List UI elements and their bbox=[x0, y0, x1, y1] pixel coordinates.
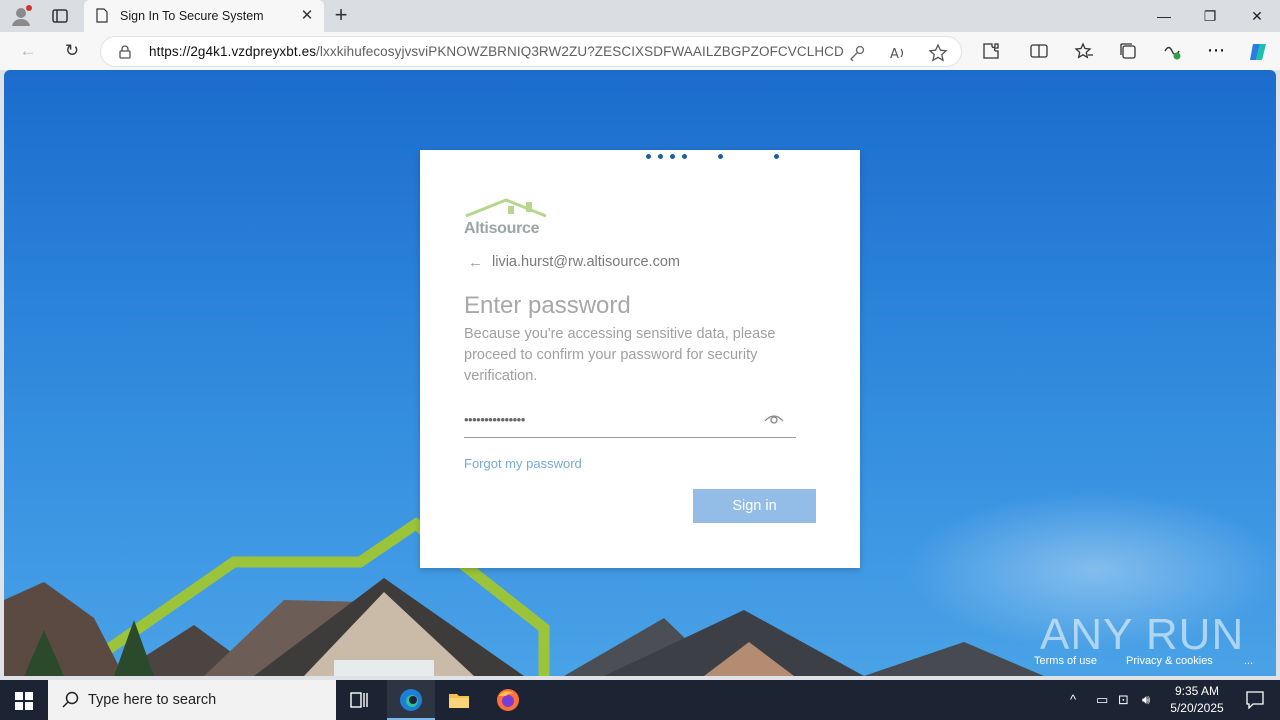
more-menu-icon[interactable]: ⋯ bbox=[1206, 41, 1226, 61]
page-viewport: Altisource ← livia.hurst@rw.altisource.c… bbox=[4, 70, 1276, 676]
favorites-icon[interactable] bbox=[1074, 41, 1094, 61]
profile-icon[interactable] bbox=[10, 5, 32, 27]
page-title: Enter password bbox=[464, 292, 631, 319]
search-placeholder: Type here to search bbox=[88, 692, 217, 708]
svg-text:A: A bbox=[890, 47, 899, 62]
volume-icon[interactable]: 🔊︎ bbox=[1142, 692, 1150, 708]
collections-icon[interactable] bbox=[1118, 41, 1138, 61]
show-password-eye-icon[interactable] bbox=[764, 412, 784, 431]
show-hidden-icons-chevron-icon[interactable]: ^ bbox=[1070, 692, 1076, 707]
password-value: ••••••••••••••• bbox=[464, 412, 525, 427]
back-arrow-icon[interactable]: ← bbox=[468, 254, 483, 271]
split-screen-icon[interactable] bbox=[1029, 41, 1049, 61]
windows-logo-icon bbox=[15, 692, 33, 710]
browser-tab-bar: Sign In To Secure System ✕ + — ❐ ✕ bbox=[0, 0, 1280, 32]
taskbar-search-box[interactable]: Type here to search bbox=[48, 680, 336, 720]
brand-name: Altisource bbox=[464, 220, 540, 237]
progress-dot bbox=[646, 154, 651, 159]
address-toolbar: ← ↻ https://2g4k1.vzdpreyxbt.es/lxxkihuf… bbox=[0, 32, 1280, 70]
favorite-star-icon[interactable] bbox=[928, 43, 948, 63]
tab-title: Sign In To Secure System bbox=[120, 9, 264, 23]
search-icon bbox=[62, 691, 80, 714]
clock-time: 9:35 AM bbox=[1174, 684, 1220, 698]
login-card: Altisource ← livia.hurst@rw.altisource.c… bbox=[420, 150, 860, 568]
refresh-icon[interactable]: ↻ bbox=[61, 40, 83, 62]
progress-dot bbox=[682, 154, 687, 159]
more-footer-link[interactable]: ... bbox=[1244, 655, 1253, 667]
back-icon[interactable]: ← bbox=[17, 40, 39, 62]
copilot-icon[interactable] bbox=[1247, 41, 1267, 61]
progress-dot bbox=[718, 154, 723, 159]
close-window-icon[interactable]: ✕ bbox=[1234, 0, 1280, 32]
password-field[interactable]: ••••••••••••••• bbox=[464, 408, 796, 438]
password-key-icon[interactable] bbox=[847, 43, 867, 63]
progress-dot bbox=[670, 154, 675, 159]
url-text: https://2g4k1.vzdpreyxbt.es/lxxkihufecos… bbox=[149, 44, 844, 59]
clock-date: 5/20/2025 bbox=[1170, 701, 1224, 715]
lock-icon[interactable] bbox=[119, 45, 131, 64]
url-path: /lxxkihufecosyjvsviPKNOWZBRNIQ3RW2ZU?ZES… bbox=[316, 44, 844, 59]
extensions-icon[interactable] bbox=[981, 41, 1001, 61]
tab-actions-icon[interactable] bbox=[50, 6, 70, 26]
system-clock[interactable]: 9:35 AM 5/20/2025 bbox=[1160, 683, 1234, 717]
firefox-icon[interactable] bbox=[484, 680, 532, 720]
windows-taskbar: Type here to search ^ ▭ ⊡ 🔊︎ 9:35 AM 5/2… bbox=[0, 680, 1280, 720]
terms-link[interactable]: Terms of use bbox=[1034, 655, 1097, 667]
task-view-icon[interactable] bbox=[336, 680, 384, 720]
close-tab-icon[interactable]: ✕ bbox=[298, 7, 316, 25]
device-icon[interactable]: ▭ bbox=[1096, 692, 1108, 708]
network-icon[interactable]: ⊡ bbox=[1118, 692, 1129, 708]
sign-in-button[interactable]: Sign in bbox=[693, 489, 816, 523]
progress-dot bbox=[774, 154, 779, 159]
document-icon bbox=[96, 8, 108, 23]
browser-essentials-icon[interactable] bbox=[1162, 41, 1182, 61]
restore-icon[interactable]: ❐ bbox=[1187, 0, 1233, 32]
minimize-icon[interactable]: — bbox=[1141, 0, 1187, 32]
progress-dots bbox=[420, 154, 860, 160]
notifications-icon[interactable] bbox=[1232, 680, 1280, 720]
watermark-text: ANY RUN bbox=[1040, 610, 1245, 659]
tab-active[interactable]: Sign In To Secure System ✕ bbox=[84, 0, 324, 32]
url-bar[interactable]: https://2g4k1.vzdpreyxbt.es/lxxkihufecos… bbox=[100, 36, 962, 67]
edge-taskbar-icon[interactable] bbox=[387, 680, 435, 720]
account-email: livia.hurst@rw.altisource.com bbox=[492, 254, 680, 270]
forgot-password-link[interactable]: Forgot my password bbox=[464, 456, 582, 471]
privacy-link[interactable]: Privacy & cookies bbox=[1126, 655, 1213, 667]
description-text: Because you're accessing sensitive data,… bbox=[464, 326, 776, 384]
progress-dot bbox=[658, 154, 663, 159]
start-button[interactable] bbox=[0, 680, 48, 720]
read-aloud-icon[interactable]: A bbox=[888, 43, 908, 63]
file-explorer-icon[interactable] bbox=[435, 680, 483, 720]
url-host: https://2g4k1.vzdpreyxbt.es bbox=[149, 44, 317, 59]
new-tab-icon[interactable]: + bbox=[330, 4, 352, 27]
